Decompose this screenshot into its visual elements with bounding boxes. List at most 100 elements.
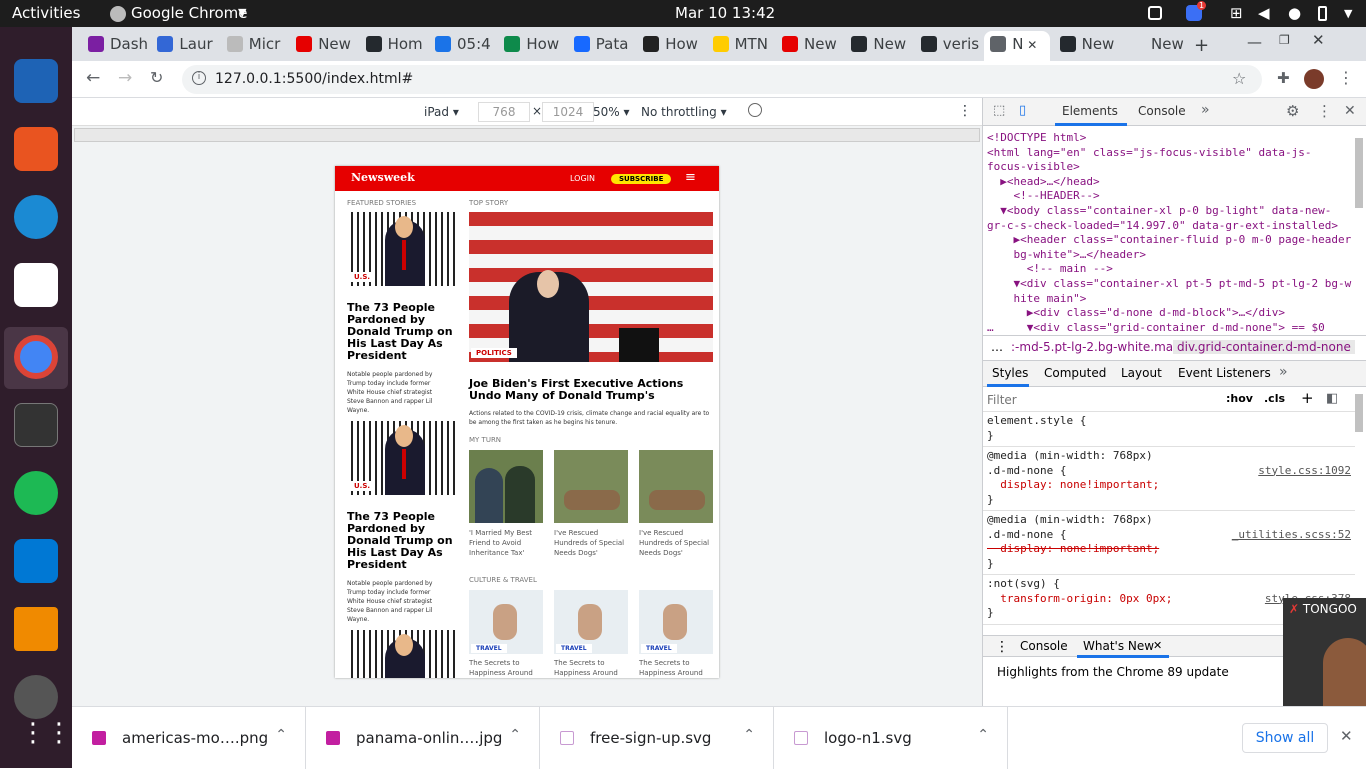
device-select[interactable]: iPad ▾ <box>424 105 459 119</box>
dom-tree[interactable]: <!DOCTYPE html> <html lang="en" class="js… <box>983 127 1355 335</box>
dom-node-line[interactable]: <!DOCTYPE html> <box>987 131 1086 146</box>
my-turn-caption[interactable]: 'I Married My Best Friend to Avoid Inher… <box>469 528 543 558</box>
dom-node-line[interactable]: ▶<div class="d-none d-md-block">…</div> <box>987 306 1285 321</box>
css-rule-line[interactable]: transform-origin: 0px 0px; <box>987 592 1172 607</box>
zoom-select[interactable]: 50% ▾ <box>593 105 630 119</box>
category-badge[interactable]: POLITICS <box>471 348 517 358</box>
download-item[interactable]: free-sign-up.svg ⌃ <box>540 707 774 769</box>
css-rule-line[interactable]: element.style { <box>987 414 1086 429</box>
css-rule-line[interactable]: } <box>987 429 994 444</box>
css-rule-line[interactable]: :not(svg) { <box>987 577 1060 592</box>
subscribe-button[interactable]: SUBSCRIBE <box>611 174 672 184</box>
culture-caption[interactable]: The Secrets to Happiness Around <box>554 658 628 678</box>
culture-caption[interactable]: The Secrets to Happiness Around <box>639 658 713 678</box>
vlc-icon[interactable] <box>14 607 58 651</box>
hamburger-menu-icon[interactable]: ≡ <box>685 171 696 184</box>
vscode-icon[interactable] <box>14 539 58 583</box>
login-link[interactable]: LOGIN <box>570 174 595 183</box>
chrome-icon[interactable] <box>14 335 58 379</box>
dom-node-line[interactable]: ▶<head>…</head> <box>987 175 1099 190</box>
toggle-sidebar-icon[interactable]: ◧ <box>1326 391 1338 406</box>
my-turn-caption[interactable]: I've Rescued Hundreds of Special Needs D… <box>639 528 713 558</box>
tab-event-listeners[interactable]: Event Listeners <box>1178 366 1271 380</box>
network-icon[interactable]: ⊞ <box>1230 4 1243 22</box>
forward-icon[interactable]: → <box>118 68 132 88</box>
tab-styles[interactable]: Styles <box>992 366 1028 380</box>
chrome-menu-icon[interactable]: ⋮ <box>1338 68 1354 87</box>
slack-tray-icon[interactable] <box>1148 6 1162 20</box>
app-menu[interactable]: Google Chrome <box>131 4 248 22</box>
settings-gear-icon[interactable]: ⚙ <box>1286 102 1299 120</box>
device-width-input[interactable]: 768 <box>478 102 530 122</box>
rotate-icon[interactable] <box>748 103 762 117</box>
tab-computed[interactable]: Computed <box>1044 366 1106 380</box>
back-icon[interactable]: ← <box>86 68 100 88</box>
css-rule-line[interactable]: display: none!important; <box>987 542 1159 557</box>
css-source-link[interactable]: style.css:1092 <box>1258 464 1351 479</box>
category-badge[interactable]: U.S. <box>349 272 376 282</box>
new-rule-icon[interactable]: + <box>1301 389 1314 407</box>
dom-node-line[interactable]: … ▼<div class="grid-container d-md-none"… <box>987 321 1325 335</box>
disk-icon[interactable] <box>14 675 58 719</box>
extensions-icon[interactable]: ✚ <box>1277 69 1290 87</box>
minimize-icon[interactable]: — <box>1247 33 1262 63</box>
drawer-tab-console[interactable]: Console <box>1020 639 1068 653</box>
featured-headline[interactable]: The 73 People Pardoned by Donald Trump o… <box>347 511 457 571</box>
battery-icon[interactable] <box>1318 6 1327 21</box>
download-options-icon[interactable]: ⌃ <box>275 727 287 743</box>
breadcrumb-item[interactable]: :-md-5.pt-lg-2.bg-white.main <box>1011 340 1184 354</box>
show-all-button[interactable]: Show all <box>1242 723 1328 753</box>
css-rule-line[interactable]: .d-md-none { <box>987 464 1066 479</box>
top-story-headline[interactable]: Joe Biden's First Executive Actions Undo… <box>469 378 713 402</box>
volume-icon[interactable]: ◀ <box>1258 4 1270 22</box>
site-info-icon[interactable]: i <box>192 71 206 85</box>
css-rule-line[interactable]: @media (min-width: 768px) <box>987 449 1153 464</box>
inspect-element-icon[interactable]: ⬚ <box>993 103 1005 118</box>
tab-layout[interactable]: Layout <box>1121 366 1162 380</box>
dom-node-line[interactable]: hite main"> <box>987 292 1086 307</box>
drawer-menu-icon[interactable]: ⋮ <box>995 639 1009 655</box>
breadcrumb-item-active[interactable]: div.grid-container.d-md-none <box>1173 340 1355 354</box>
css-source-link[interactable]: _utilities.scss:52 <box>1232 528 1351 543</box>
featured-headline[interactable]: The 73 People Pardoned by Donald Trump o… <box>347 302 457 362</box>
dom-node-line[interactable]: gr-c-s-check-loaded="14.997.0" data-gr-e… <box>987 219 1338 234</box>
dom-node-line[interactable]: <!-- main --> <box>987 262 1113 277</box>
hov-toggle[interactable]: :hov <box>1226 392 1253 405</box>
bookmark-star-icon[interactable]: ☆ <box>1232 69 1246 88</box>
device-toolbar-menu-icon[interactable]: ⋮ <box>958 103 972 119</box>
download-item[interactable]: panama-onlin….jpg ⌃ <box>306 707 540 769</box>
device-height-input[interactable]: 1024 <box>542 102 594 122</box>
dom-node-line[interactable]: <!--HEADER--> <box>987 189 1099 204</box>
dom-scrollbar[interactable] <box>1355 138 1363 208</box>
activities-button[interactable]: Activities <box>12 4 80 22</box>
show-applications-icon[interactable]: ⋮⋮ <box>20 717 72 749</box>
featured-image[interactable] <box>347 630 457 678</box>
styles-filter-input[interactable] <box>987 390 1215 410</box>
breadcrumb-ellipsis[interactable]: … <box>991 340 1003 354</box>
reload-icon[interactable]: ↻ <box>150 68 163 87</box>
tab-console[interactable]: Console <box>1138 104 1186 118</box>
download-options-icon[interactable]: ⌃ <box>509 727 521 743</box>
culture-caption[interactable]: The Secrets to Happiness Around <box>469 658 543 678</box>
css-rule-line[interactable]: display: none!important; <box>987 478 1159 493</box>
spotify-icon[interactable] <box>14 471 58 515</box>
devtools-close-icon[interactable]: ✕ <box>1344 103 1356 119</box>
my-turn-image[interactable] <box>554 450 628 523</box>
libreoffice-writer-icon[interactable] <box>14 59 58 103</box>
clock[interactable]: Mar 10 13:42 <box>675 4 775 22</box>
top-story-image[interactable] <box>469 212 713 362</box>
my-turn-caption[interactable]: I've Rescued Hundreds of Special Needs D… <box>554 528 628 558</box>
video-overlay[interactable]: ✗ TONGOO <box>1283 598 1366 706</box>
slack-icon[interactable] <box>14 263 58 307</box>
my-turn-image[interactable] <box>469 450 543 523</box>
category-badge[interactable]: TRAVEL <box>471 644 507 653</box>
dom-node-line[interactable]: focus-visible> <box>987 160 1080 175</box>
drawer-tab-whats-new[interactable]: What's New <box>1083 639 1154 653</box>
more-style-tabs-icon[interactable]: » <box>1279 364 1288 380</box>
styles-scrollbar[interactable] <box>1355 394 1363 432</box>
tab-elements[interactable]: Elements <box>1062 104 1118 118</box>
category-badge[interactable]: TRAVEL <box>556 644 592 653</box>
help-icon[interactable] <box>14 195 58 239</box>
download-options-icon[interactable]: ⌃ <box>743 727 755 743</box>
download-item[interactable]: logo-n1.svg ⌃ <box>774 707 1008 769</box>
